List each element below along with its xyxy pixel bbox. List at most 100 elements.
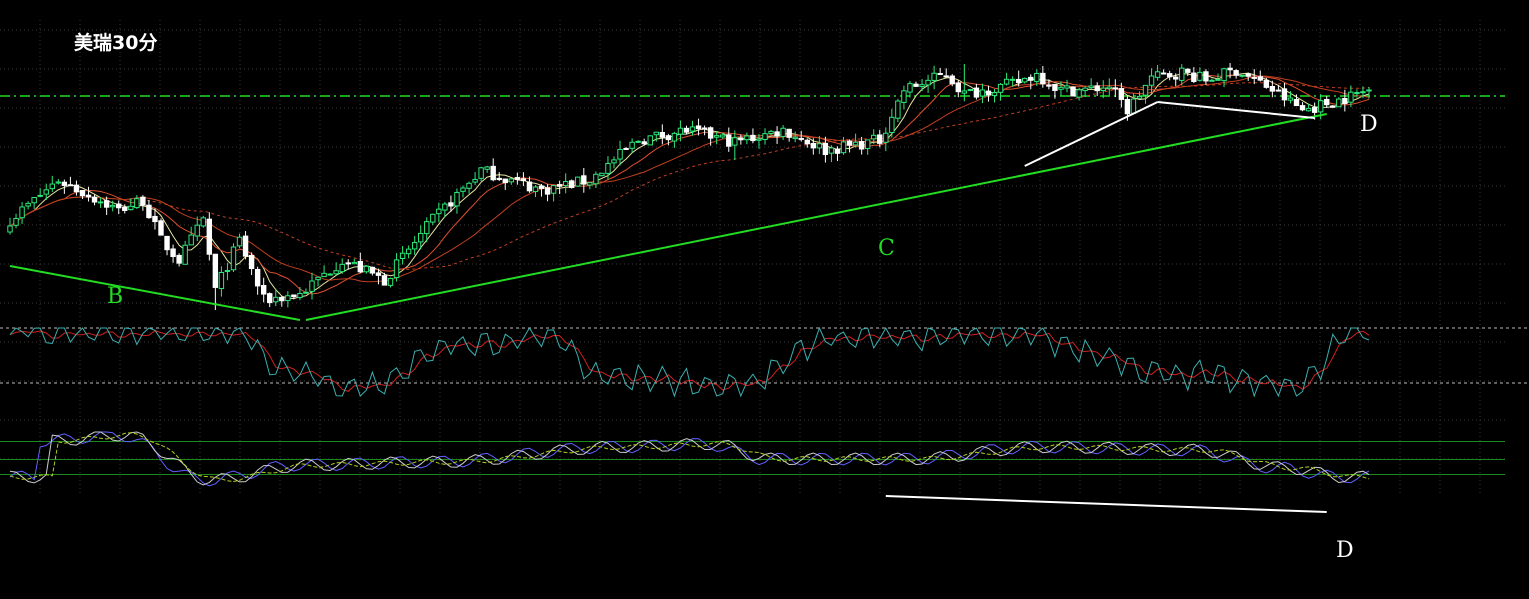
candle xyxy=(13,213,19,229)
candle-body xyxy=(979,89,986,97)
candle-body xyxy=(889,116,895,133)
candle-body xyxy=(925,79,931,86)
candle-body xyxy=(1058,86,1064,90)
candle xyxy=(321,265,327,278)
candle xyxy=(973,83,980,100)
candle-body xyxy=(1015,78,1022,83)
candle xyxy=(279,295,285,307)
candle-body xyxy=(1034,73,1040,82)
candle-body xyxy=(152,215,158,223)
candle-body xyxy=(1166,73,1173,78)
label-d-upper: D xyxy=(1360,112,1378,137)
candle-body xyxy=(321,272,327,278)
candle-body xyxy=(744,135,750,141)
candle-body xyxy=(260,285,267,295)
candle-body xyxy=(327,273,333,276)
candle-body xyxy=(991,92,998,97)
candle-body xyxy=(230,246,237,271)
candle-body xyxy=(871,134,877,140)
candle xyxy=(907,80,913,98)
candle-body xyxy=(315,276,321,281)
label-b: B xyxy=(107,284,124,309)
candle-body xyxy=(194,224,200,237)
candle-body xyxy=(713,135,720,138)
candle-body xyxy=(1118,88,1125,100)
candle xyxy=(1233,69,1239,79)
candle xyxy=(550,184,557,202)
candle-body xyxy=(375,272,382,276)
candle xyxy=(575,176,581,187)
candle-body xyxy=(575,176,581,187)
candle xyxy=(303,288,309,294)
candle-body xyxy=(399,252,406,260)
candle-body xyxy=(653,131,659,136)
candle-body xyxy=(236,236,243,247)
candle xyxy=(19,202,25,224)
candle-body xyxy=(242,235,249,257)
candle-body xyxy=(128,205,134,211)
candle-body xyxy=(641,141,647,145)
candle-body xyxy=(97,201,104,204)
candle-body xyxy=(496,177,502,180)
candle xyxy=(478,166,484,182)
candle xyxy=(985,85,992,102)
candle-body xyxy=(514,177,521,180)
candle xyxy=(176,253,182,267)
candle-body xyxy=(134,198,140,209)
stock-chart xyxy=(0,20,1529,513)
candle xyxy=(103,196,110,215)
candle xyxy=(1142,84,1149,104)
candle xyxy=(1263,77,1270,89)
candle-body xyxy=(25,202,31,207)
candle xyxy=(206,212,213,261)
candle xyxy=(581,167,587,193)
candle xyxy=(810,138,817,155)
candle-body xyxy=(750,134,756,142)
candle-body xyxy=(877,134,883,144)
candle-body xyxy=(1009,78,1016,81)
candle-body xyxy=(442,203,448,211)
candle xyxy=(472,172,478,186)
candle xyxy=(496,172,502,182)
candle-body xyxy=(158,220,164,236)
divergence-line xyxy=(1024,101,1159,167)
candle-body xyxy=(31,197,37,204)
candle-body xyxy=(424,221,430,235)
candle xyxy=(828,145,835,163)
candle-body xyxy=(1360,91,1366,94)
candle-body xyxy=(1022,77,1028,83)
candle-body xyxy=(786,128,792,138)
candle xyxy=(333,262,339,276)
chart-title: 美瑞30分 xyxy=(74,32,158,54)
candle-body xyxy=(1269,85,1276,92)
candle-body xyxy=(405,248,412,255)
candle-body xyxy=(1124,98,1131,115)
candle xyxy=(1324,96,1330,109)
candle-body xyxy=(1070,86,1076,97)
candle-body xyxy=(858,141,865,150)
candle-body xyxy=(617,148,623,160)
candle-body xyxy=(949,75,955,85)
candle xyxy=(502,178,508,190)
candle xyxy=(1330,105,1336,108)
candle xyxy=(430,213,436,226)
candle xyxy=(967,88,974,92)
candle-body xyxy=(647,135,653,146)
divergence-line xyxy=(885,495,1327,513)
candle xyxy=(490,158,496,182)
candle-body xyxy=(587,182,593,186)
candle xyxy=(786,128,792,142)
candle-body xyxy=(1311,107,1318,113)
candle-body xyxy=(581,175,587,185)
candle xyxy=(1088,78,1094,90)
candle-body xyxy=(1221,68,1227,82)
candle-body xyxy=(1209,79,1215,82)
candle-body xyxy=(85,194,92,198)
candle-body xyxy=(411,242,418,250)
candle-body xyxy=(1130,98,1137,114)
candle xyxy=(780,125,786,140)
candle xyxy=(883,127,889,152)
candle-body xyxy=(339,263,345,273)
candle-body xyxy=(695,125,702,130)
candle-body xyxy=(834,148,841,154)
